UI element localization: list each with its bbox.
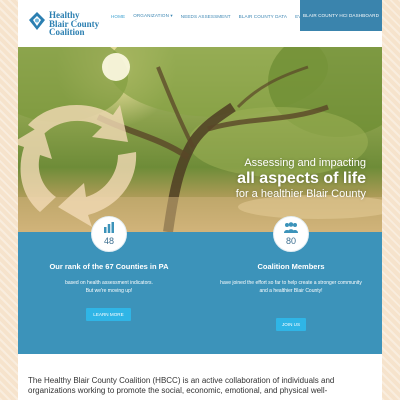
nav-home[interactable]: HOME [111, 14, 125, 19]
coalition-members-description: have joined the effort so far to help cr… [200, 279, 382, 295]
county-rank-stat: 48 Our rank of the 67 Counties in PA bas… [18, 216, 200, 354]
recycle-arrows-icon [18, 104, 137, 227]
hbcc-logo-icon [29, 12, 45, 30]
hero-banner: Assessing and impacting all aspects of l… [18, 47, 382, 232]
hero-tagline: Assessing and impacting all aspects of l… [236, 157, 366, 201]
stats-section: 48 Our rank of the 67 Counties in PA bas… [18, 216, 382, 354]
coalition-members-badge: 80 [273, 216, 309, 256]
coalition-members-desc-line-2: and a healthier Blair County! [259, 288, 323, 294]
hero-tagline-line-1: Assessing and impacting [244, 157, 366, 169]
page: Healthy Blair County Coalition HOME ORGA… [18, 0, 382, 400]
county-rank-desc-line-1: based on health assessment indicators. [65, 280, 153, 286]
logo-text: Healthy Blair County Coalition [49, 11, 99, 37]
intro-paragraph: The Healthy Blair County Coalition (HBCC… [28, 376, 335, 395]
hci-dashboard-button[interactable]: BLAIR COUNTY HCI DASHBOARD [300, 0, 382, 31]
main-nav: HOME ORGANIZATION ▾ NEEDS ASSESSMENT BLA… [111, 0, 322, 32]
coalition-members-desc-line-1: have joined the effort so far to help cr… [220, 280, 362, 286]
hero-tagline-line-2: all aspects of life [237, 170, 366, 187]
logo-line-3: Coalition [49, 27, 85, 37]
site-logo[interactable]: Healthy Blair County Coalition [28, 11, 99, 37]
site-header: Healthy Blair County Coalition HOME ORGA… [18, 0, 382, 47]
coalition-members-stat: 80 Coalition Members have joined the eff… [200, 216, 382, 354]
county-rank-desc-line-2: But we're moving up! [85, 288, 133, 294]
join-us-button[interactable]: JOIN US [276, 318, 306, 331]
county-rank-title: Our rank of the 67 Counties in PA [49, 262, 169, 271]
county-rank-badge: 48 [91, 216, 127, 256]
hero-tagline-line-3: for a healthier Blair County [235, 188, 366, 200]
county-rank-description: based on health assessment indicators. B… [18, 279, 200, 295]
nav-blair-county-data[interactable]: BLAIR COUNTY DATA [239, 14, 287, 19]
coalition-members-value: 80 [285, 236, 296, 246]
nav-needs-assessment[interactable]: NEEDS ASSESSMENT [181, 14, 231, 19]
county-rank-value: 48 [103, 236, 114, 246]
coalition-members-title: Coalition Members [257, 262, 325, 271]
nav-organization[interactable]: ORGANIZATION ▾ [133, 13, 173, 19]
learn-more-button[interactable]: LEARN MORE [86, 308, 131, 321]
